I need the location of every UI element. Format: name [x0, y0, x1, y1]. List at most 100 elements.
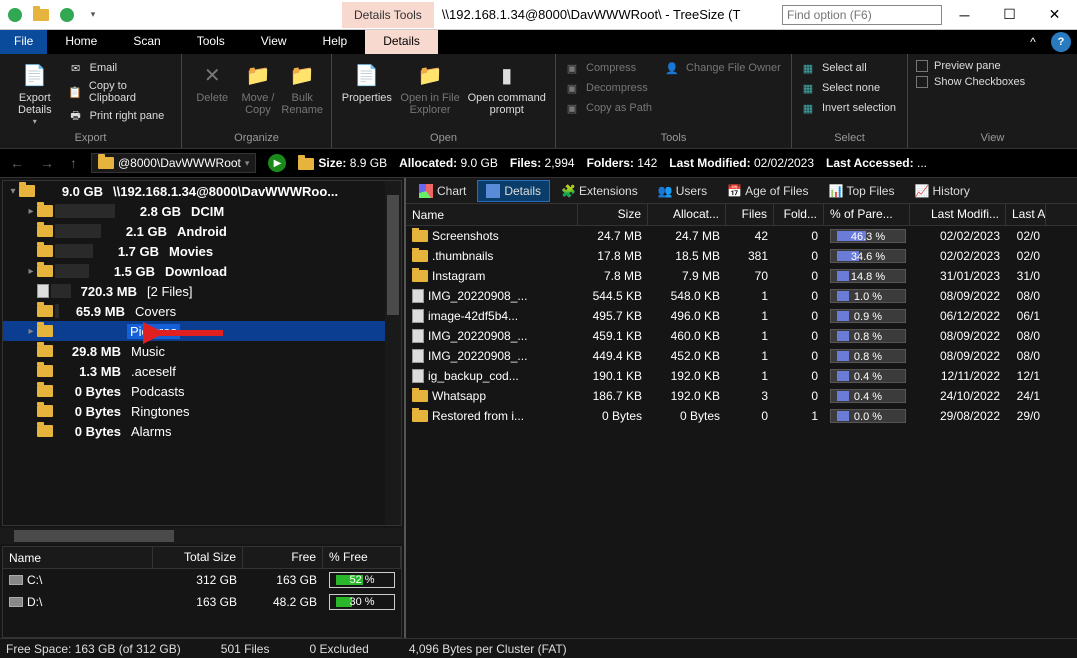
tree-row[interactable]: 0 BytesRingtones — [3, 401, 401, 421]
grid-row[interactable]: Restored from i...0 Bytes0 Bytes010.0 %2… — [406, 406, 1077, 426]
ghdr-pct[interactable]: % of Pare... — [824, 204, 910, 225]
rescan-button[interactable]: ▶ — [268, 154, 286, 172]
grid-row[interactable]: IMG_20220908_...459.1 KB460.0 KB100.8 %0… — [406, 326, 1077, 346]
file-menu[interactable]: File — [0, 30, 47, 54]
maximize-button[interactable]: ☐ — [987, 0, 1032, 30]
tree-row[interactable]: 2.1 GBAndroid — [3, 221, 401, 241]
group-tools-label: Tools — [564, 130, 783, 144]
collapse-ribbon-icon[interactable]: ^ — [1021, 30, 1045, 54]
tab-help[interactable]: Help — [305, 30, 366, 54]
properties-icon: 📄 — [353, 62, 381, 90]
preview-pane-toggle[interactable]: Preview pane — [916, 58, 1025, 74]
path-field[interactable]: @8000\DavWWWRoot ▾ — [91, 153, 256, 173]
ribbon-search-input[interactable] — [782, 5, 942, 25]
menubar: File Home Scan Tools View Help Details ^… — [0, 30, 1077, 54]
tab-view[interactable]: View — [243, 30, 305, 54]
export-details-label: Export Details — [8, 92, 62, 116]
qat-dropdown[interactable]: ▾ — [82, 4, 104, 26]
change-owner-button[interactable]: 👤Change File Owner — [664, 58, 781, 78]
tab-details[interactable]: Details — [365, 30, 438, 54]
nav-up-icon[interactable]: ↑ — [68, 155, 79, 171]
tab-scan[interactable]: Scan — [115, 30, 178, 54]
copy-path-button[interactable]: ▣Copy as Path — [564, 98, 652, 118]
qat-item-3[interactable] — [56, 4, 78, 26]
expander-icon[interactable]: ▸ — [25, 266, 37, 277]
drive-row[interactable]: C:\312 GB163 GB52 % — [3, 569, 401, 591]
ghdr-alloc[interactable]: Allocat... — [648, 204, 726, 225]
tree-row[interactable]: 1.7 GBMovies — [3, 241, 401, 261]
email-button[interactable]: ✉Email — [68, 58, 173, 78]
invert-selection-button[interactable]: ▦Invert selection — [800, 98, 896, 118]
select-none-button[interactable]: ▦Select none — [800, 78, 896, 98]
rtab-chart[interactable]: Chart — [410, 180, 475, 202]
tree-scrollbar-horizontal[interactable] — [0, 528, 404, 544]
rtab-age[interactable]: 📅Age of Files — [718, 180, 817, 202]
rtab-extensions[interactable]: 🧩Extensions — [552, 180, 647, 202]
rtab-history[interactable]: 📈History — [905, 180, 978, 202]
expander-icon[interactable]: ▸ — [25, 206, 37, 217]
minimize-button[interactable]: ─ — [942, 0, 987, 30]
help-icon[interactable]: ? — [1051, 32, 1071, 52]
tree-row[interactable]: 65.9 MBCovers — [3, 301, 401, 321]
email-icon: ✉ — [68, 60, 84, 76]
open-explorer-button[interactable]: 📁Open in File Explorer — [400, 58, 461, 116]
ghdr-size[interactable]: Size — [578, 204, 648, 225]
print-pane-button[interactable]: 🖶Print right pane — [68, 106, 173, 126]
close-button[interactable]: ✕ — [1032, 0, 1077, 30]
nav-back-icon[interactable]: ← — [8, 155, 26, 171]
export-details-button[interactable]: 📄 Export Details ▾ — [8, 58, 62, 127]
grid-row[interactable]: IMG_20220908_...544.5 KB548.0 KB101.0 %0… — [406, 286, 1077, 306]
qat-item-1[interactable] — [4, 4, 26, 26]
grid-header: Name Size Allocat... Files Fold... % of … — [406, 204, 1077, 226]
ghdr-name[interactable]: Name — [406, 204, 578, 225]
grid-row[interactable]: Instagram7.8 MB7.9 MB70014.8 %31/01/2023… — [406, 266, 1077, 286]
expander-icon[interactable]: ▸ — [25, 326, 37, 337]
tab-tools[interactable]: Tools — [179, 30, 243, 54]
right-tabs: Chart Details 🧩Extensions 👥Users 📅Age of… — [406, 178, 1077, 204]
drives-hdr-free[interactable]: Free — [243, 547, 323, 568]
nav-fwd-icon[interactable]: → — [38, 155, 56, 171]
drives-hdr-pct[interactable]: % Free — [323, 547, 401, 568]
grid-row[interactable]: ig_backup_cod...190.1 KB192.0 KB100.4 %1… — [406, 366, 1077, 386]
tree-row[interactable]: ▸2.8 GBDCIM — [3, 201, 401, 221]
properties-button[interactable]: 📄Properties — [340, 58, 394, 104]
ghdr-la[interactable]: Last A — [1006, 204, 1046, 225]
directory-tree[interactable]: ▾9.0 GB\\192.168.1.34@8000\DavWWWRoo...▸… — [2, 180, 402, 526]
grid-row[interactable]: Whatsapp186.7 KB192.0 KB300.4 %24/10/202… — [406, 386, 1077, 406]
rtab-details[interactable]: Details — [477, 180, 550, 202]
drives-hdr-name[interactable]: Name — [3, 547, 153, 568]
drive-row[interactable]: D:\163 GB48.2 GB30 % — [3, 591, 401, 613]
move-copy-button[interactable]: 📁Move / Copy — [240, 58, 275, 116]
rtab-topfiles[interactable]: 📊Top Files — [819, 180, 903, 202]
move-icon: 📁 — [244, 62, 272, 90]
ghdr-fold[interactable]: Fold... — [774, 204, 824, 225]
grid-body[interactable]: Screenshots24.7 MB24.7 MB42046.3 %02/02/… — [406, 226, 1077, 426]
tree-scrollbar-vertical[interactable] — [385, 181, 401, 525]
decompress-button[interactable]: ▣Decompress — [564, 78, 652, 98]
open-cmd-button[interactable]: ▮Open command prompt — [467, 58, 548, 116]
qat-item-2[interactable] — [30, 4, 52, 26]
ghdr-mod[interactable]: Last Modifi... — [910, 204, 1006, 225]
copy-clipboard-button[interactable]: 📋Copy to Clipboard — [68, 78, 173, 106]
compress-button[interactable]: ▣Compress — [564, 58, 652, 78]
show-checkboxes-toggle[interactable]: Show Checkboxes — [916, 74, 1025, 90]
tree-row[interactable]: ▸1.5 GBDownload — [3, 261, 401, 281]
grid-row[interactable]: image-42df5b4...495.7 KB496.0 KB100.9 %0… — [406, 306, 1077, 326]
grid-row[interactable]: Screenshots24.7 MB24.7 MB42046.3 %02/02/… — [406, 226, 1077, 246]
rtab-users[interactable]: 👥Users — [649, 180, 716, 202]
select-all-button[interactable]: ▦Select all — [800, 58, 896, 78]
expander-icon[interactable]: ▾ — [7, 186, 19, 197]
drives-hdr-total[interactable]: Total Size — [153, 547, 243, 568]
bulk-rename-button[interactable]: 📁Bulk Rename — [281, 58, 323, 116]
tab-home[interactable]: Home — [47, 30, 115, 54]
tree-row[interactable]: 720.3 MB[2 Files] — [3, 281, 401, 301]
folder-icon — [37, 425, 53, 437]
ghdr-files[interactable]: Files — [726, 204, 774, 225]
grid-row[interactable]: .thumbnails17.8 MB18.5 MB381034.6 %02/02… — [406, 246, 1077, 266]
grid-row[interactable]: IMG_20220908_...449.4 KB452.0 KB100.8 %0… — [406, 346, 1077, 366]
tree-row[interactable]: 0 BytesAlarms — [3, 421, 401, 441]
delete-button[interactable]: ✕Delete — [190, 58, 234, 104]
tree-row[interactable]: 1.3 MB.aceself — [3, 361, 401, 381]
tree-row[interactable]: ▾9.0 GB\\192.168.1.34@8000\DavWWWRoo... — [3, 181, 401, 201]
tree-row[interactable]: 0 BytesPodcasts — [3, 381, 401, 401]
